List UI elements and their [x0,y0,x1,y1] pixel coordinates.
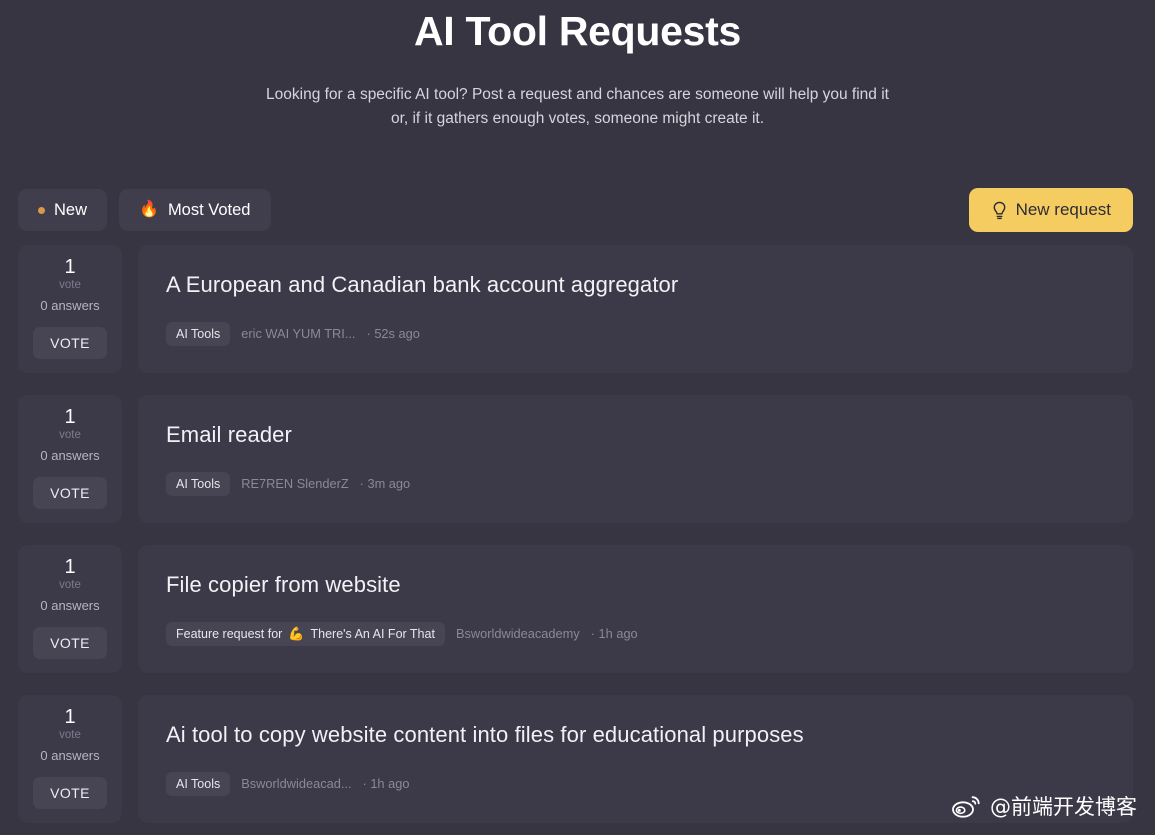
vote-word-label: vote [59,729,81,742]
vote-count: 1 [64,706,76,729]
answers-count: 0 answers [40,447,100,463]
request-meta: AI Tools RE7REN SlenderZ · 3m ago [166,471,1105,496]
feature-request-badge[interactable]: Feature request for 💪 There's An AI For … [166,621,445,646]
page-title: AI Tool Requests [413,8,742,54]
request-timestamp: · 1h ago [362,776,410,792]
request-timestamp: · 1h ago [590,626,638,642]
request-author[interactable]: Bsworldwideacademy [456,626,580,641]
lightbulb-icon [993,201,1005,219]
vote-count: 1 [64,556,76,579]
vote-panel: 1 vote 0 answers VOTE [18,395,122,524]
answers-count: 0 answers [40,297,100,313]
request-author[interactable]: eric WAI YUM TRI... [241,326,355,341]
request-meta: Feature request for 💪 There's An AI For … [166,621,1105,646]
request-timestamp: · 3m ago [359,476,411,492]
request-card[interactable]: A European and Canadian bank account agg… [138,245,1133,374]
vote-panel: 1 vote 0 answers VOTE [18,245,122,374]
request-card[interactable]: Email reader AI Tools RE7REN SlenderZ · … [138,395,1133,524]
new-request-label: New request [1015,200,1111,220]
vote-button[interactable]: VOTE [33,777,107,810]
category-badge-label: AI Tools [176,326,221,341]
category-badge-label: AI Tools [176,476,221,491]
category-badge-label: There's An AI For That [310,626,435,641]
toolbar: New 🔥 Most Voted New request [0,187,1155,233]
fire-icon: 🔥 [139,201,159,219]
request-title[interactable]: Email reader [166,421,1105,450]
request-meta: AI Tools Bsworldwideacad... · 1h ago [166,771,1105,796]
request-title[interactable]: A European and Canadian bank account agg… [166,271,1105,300]
dot-icon [38,206,45,214]
vote-panel: 1 vote 0 answers VOTE [18,545,122,674]
request-title[interactable]: File copier from website [166,571,1105,600]
page-header: AI Tool Requests Looking for a specific … [0,0,1155,131]
tab-new[interactable]: New [18,189,108,232]
vote-button[interactable]: VOTE [33,627,107,660]
request-timestamp: · 52s ago [366,326,420,342]
new-request-button[interactable]: New request [968,188,1133,233]
flexed-biceps-icon: 💪 [288,626,305,642]
vote-button[interactable]: VOTE [33,327,107,360]
badge-prefix-label: Feature request for [176,626,283,641]
request-author[interactable]: RE7REN SlenderZ [241,476,348,491]
vote-count: 1 [64,256,76,279]
vote-count: 1 [64,406,76,429]
category-badge[interactable]: AI Tools [166,321,231,346]
tab-most-voted[interactable]: 🔥 Most Voted [119,189,271,232]
vote-word-label: vote [59,279,81,292]
request-row: 1 vote 0 answers VOTE A European and Can… [18,245,1133,374]
vote-word-label: vote [59,579,81,592]
request-author[interactable]: Bsworldwideacad... [241,776,351,791]
vote-button[interactable]: VOTE [33,477,107,510]
request-row: 1 vote 0 answers VOTE Ai tool to copy we… [18,695,1133,824]
answers-count: 0 answers [40,747,100,763]
tab-list: New 🔥 Most Voted [18,189,271,232]
request-title[interactable]: Ai tool to copy website content into fil… [166,721,1105,750]
category-badge[interactable]: AI Tools [166,771,231,796]
vote-panel: 1 vote 0 answers VOTE [18,695,122,824]
vote-word-label: vote [59,429,81,442]
category-badge-label: AI Tools [176,776,221,791]
request-meta: AI Tools eric WAI YUM TRI... · 52s ago [166,321,1105,346]
tab-new-label: New [54,200,88,219]
answers-count: 0 answers [40,597,100,613]
request-row: 1 vote 0 answers VOTE Email reader AI To… [18,395,1133,524]
request-card[interactable]: File copier from website Feature request… [138,545,1133,674]
request-row: 1 vote 0 answers VOTE File copier from w… [18,545,1133,674]
request-card[interactable]: Ai tool to copy website content into fil… [138,695,1133,824]
request-list: 1 vote 0 answers VOTE A European and Can… [0,245,1155,824]
page-subtitle: Looking for a specific AI tool? Post a r… [266,86,889,128]
tab-most-voted-label: Most Voted [167,200,251,219]
category-badge[interactable]: AI Tools [166,471,231,496]
